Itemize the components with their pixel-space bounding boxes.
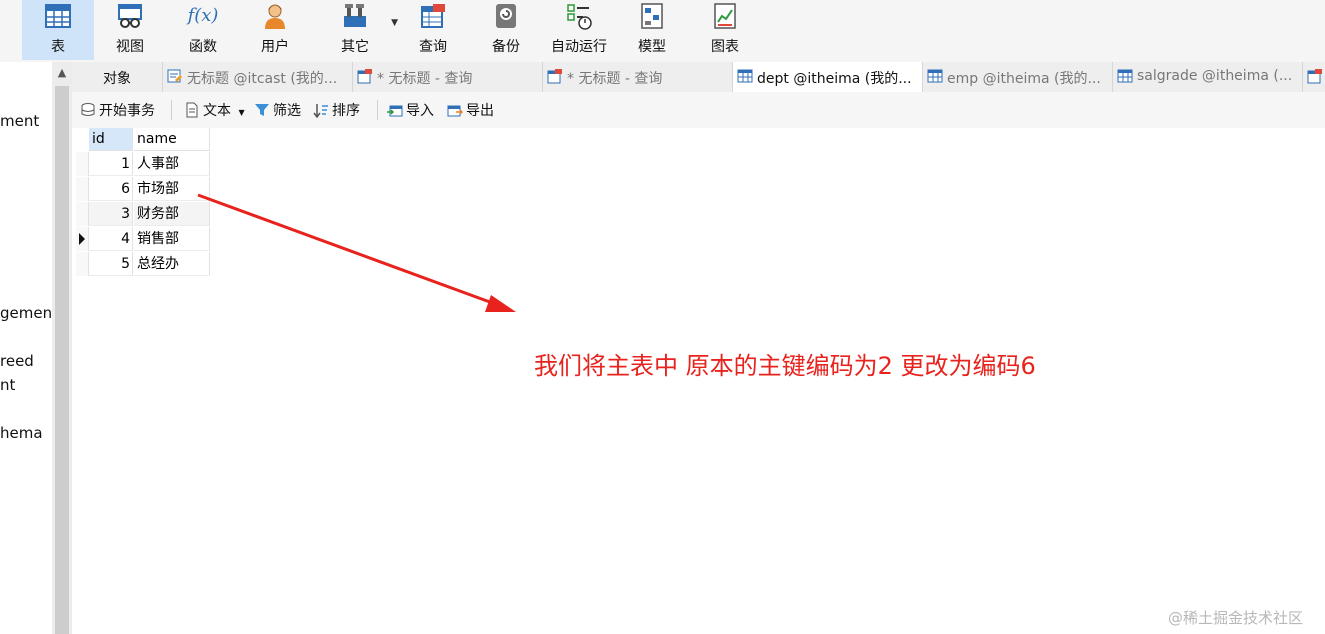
- watermark: @稀土掘金技术社区: [1167, 609, 1303, 627]
- annotation-text: 我们将主表中 原本的主键编码为2 更改为编码6: [534, 352, 1036, 380]
- annotation-arrow: [197, 193, 516, 312]
